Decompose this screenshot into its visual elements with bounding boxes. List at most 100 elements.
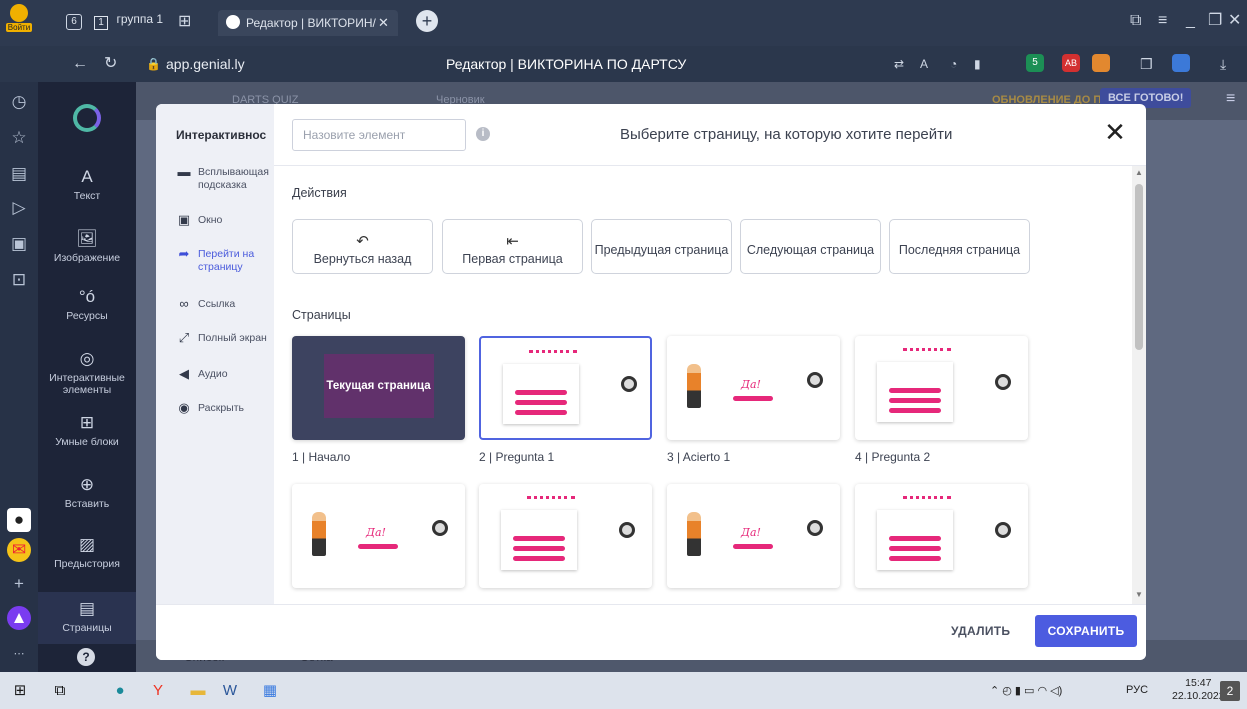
clock[interactable]: 15:47 22.10.2022 [1172, 677, 1225, 703]
page-thumbnail[interactable] [479, 484, 652, 588]
close-icon[interactable]: ✕ [1102, 119, 1128, 146]
more-icon[interactable]: ⋯ [7, 642, 31, 666]
new-group-icon[interactable]: ⊞ [178, 12, 191, 32]
genially-favicon [226, 15, 240, 29]
edge-icon[interactable]: ● [110, 681, 130, 701]
window-close-icon[interactable]: ✕ [1228, 11, 1241, 31]
player-figure [687, 364, 701, 408]
protect-icon[interactable]: ◔ [950, 54, 957, 74]
extension-orange-icon[interactable] [1092, 54, 1110, 72]
page-thumbnail[interactable]: Текущая страница [292, 336, 465, 440]
dartboard-icon [807, 520, 823, 536]
dialog-scrollbar[interactable]: ▲ ▼ [1132, 166, 1146, 604]
app-icon-1[interactable]: ● [7, 508, 31, 532]
nav-item-text[interactable]: A Текст [38, 166, 136, 202]
actions-section-title: Действия [292, 186, 347, 200]
downloads-icon[interactable]: ⤓ [1220, 54, 1226, 74]
page-thumbnail[interactable]: Да! [292, 484, 465, 588]
nav-item-interactive[interactable]: ◎ Интерактивные элементы [38, 348, 136, 396]
question-card [501, 510, 577, 570]
extension-blue-icon[interactable] [1172, 54, 1190, 72]
nav-item-pages[interactable]: ▤ Страницы [38, 592, 136, 644]
login-button[interactable]: Войти [6, 2, 32, 42]
reload-icon[interactable]: ↻ [104, 54, 117, 74]
nav-item-smart-blocks[interactable]: ⊞ Умные блоки [38, 412, 136, 448]
page-thumbnail[interactable]: Да! [667, 336, 840, 440]
help-icon[interactable]: ? [77, 648, 95, 666]
previous-page-button[interactable]: Предыдущая страница [591, 219, 732, 274]
menu-icon[interactable]: ≡ [1158, 11, 1167, 31]
reader-icon[interactable]: A [920, 54, 928, 74]
restore-icon[interactable]: ❐ [1208, 11, 1222, 31]
save-button[interactable]: СОХРАНИТЬ [1035, 615, 1137, 647]
tab-close-icon[interactable]: ✕ [378, 15, 389, 31]
interactivity-sidebar: Интерактивнос ▬ Всплывающая подсказка ▣ Ок… [156, 104, 274, 604]
history-icon[interactable]: ◷ [7, 90, 31, 114]
background-icon: ▨ [78, 535, 96, 554]
word-icon[interactable]: W [220, 681, 240, 701]
nav-item-background[interactable]: ▨ Предыстория [38, 534, 136, 570]
notes-icon[interactable]: ▤ [7, 162, 31, 186]
browser-tab-bar: Войти 6 1 группа 1 ⊞ Редактор | ВИКТОРИН… [0, 0, 1247, 46]
favorites-icon[interactable]: ☆ [7, 126, 31, 150]
first-page-button[interactable]: ⇤ Первая страница [442, 219, 583, 274]
extension-red-icon[interactable]: AB [1062, 54, 1080, 72]
alice-icon[interactable]: ▲ [7, 606, 31, 630]
back-icon[interactable]: ← [72, 54, 88, 74]
paint-icon[interactable]: ▦ [260, 681, 280, 701]
url-text[interactable]: app.genial.ly [166, 56, 245, 72]
answer-bar [889, 398, 941, 403]
info-icon[interactable]: i [476, 127, 490, 141]
next-page-button[interactable]: Следующая страница [740, 219, 881, 274]
tabs-count-badge[interactable]: 6 [66, 14, 82, 30]
screenshot-icon[interactable]: ⊡ [7, 268, 31, 292]
nav-item-insert[interactable]: ⊕ Вставить [38, 474, 136, 510]
language-indicator[interactable]: РУС [1126, 684, 1148, 696]
genially-logo[interactable] [73, 104, 101, 132]
minimize-icon[interactable]: _ [1186, 11, 1195, 31]
media-icon[interactable]: ▷ [7, 196, 31, 220]
page-thumbnail[interactable] [855, 336, 1028, 440]
translate-icon[interactable]: ⇄ [894, 54, 904, 74]
yandex-icon[interactable]: Y [148, 681, 168, 701]
answer-bar [513, 536, 565, 541]
bookmark-icon[interactable]: ▮ [974, 54, 981, 74]
insert-icon: ⊕ [79, 475, 95, 494]
go-back-button[interactable]: ↶ Вернуться назад [292, 219, 433, 274]
scroll-up-icon[interactable]: ▲ [1132, 168, 1146, 177]
notifications-icon[interactable]: 2 [1220, 681, 1240, 701]
page-thumbnail[interactable] [855, 484, 1028, 588]
nav-item-resources[interactable]: °ó Ресурсы [38, 286, 136, 322]
extension-green-icon[interactable]: 5 [1026, 54, 1044, 72]
window-icon: ▣ [177, 212, 191, 227]
page-thumbnail[interactable]: Да! [667, 484, 840, 588]
question-card [877, 510, 953, 570]
answer-bar [889, 388, 941, 393]
dartboard-icon [807, 372, 823, 388]
editor-menu-icon[interactable]: ≡ [1226, 90, 1235, 108]
collections-icon[interactable]: ❒ [1140, 54, 1153, 74]
delete-button[interactable]: УДАЛИТЬ [951, 624, 1010, 638]
nav-item-image[interactable]: 🖼 Изображение [38, 228, 136, 264]
task-view-icon[interactable]: ⧉ [50, 681, 70, 701]
element-name-input[interactable] [292, 119, 466, 151]
explorer-icon[interactable]: ▬ [188, 681, 208, 701]
bookmark-panel-icon[interactable]: ⧉ [1130, 11, 1141, 31]
add-app-icon[interactable]: + [7, 572, 31, 596]
last-page-button[interactable]: Последняя страница [889, 219, 1030, 274]
tab-active[interactable]: Редактор | ВИКТОРИН/ ✕ [218, 10, 398, 36]
tray-icons[interactable]: ⌃ ◴ ▮ ▭ ◠ ◁) [990, 684, 1062, 697]
scroll-down-icon[interactable]: ▼ [1132, 590, 1146, 599]
page-caption: 2 | Pregunta 1 [479, 450, 555, 464]
scrollbar-thumb[interactable] [1135, 184, 1143, 350]
page-thumbnail[interactable] [479, 336, 652, 440]
question-card [877, 362, 953, 422]
app-icon-2[interactable]: ✉ [7, 538, 31, 562]
tab-group[interactable]: 1 группа 1 [94, 12, 163, 32]
new-tab-icon[interactable]: + [416, 10, 438, 32]
page-caption: 4 | Pregunta 2 [855, 450, 931, 464]
calendar-icon[interactable]: ▣ [7, 232, 31, 256]
question-card [503, 364, 579, 424]
dartboard-icon [619, 522, 635, 538]
start-icon[interactable]: ⊞ [10, 681, 30, 701]
